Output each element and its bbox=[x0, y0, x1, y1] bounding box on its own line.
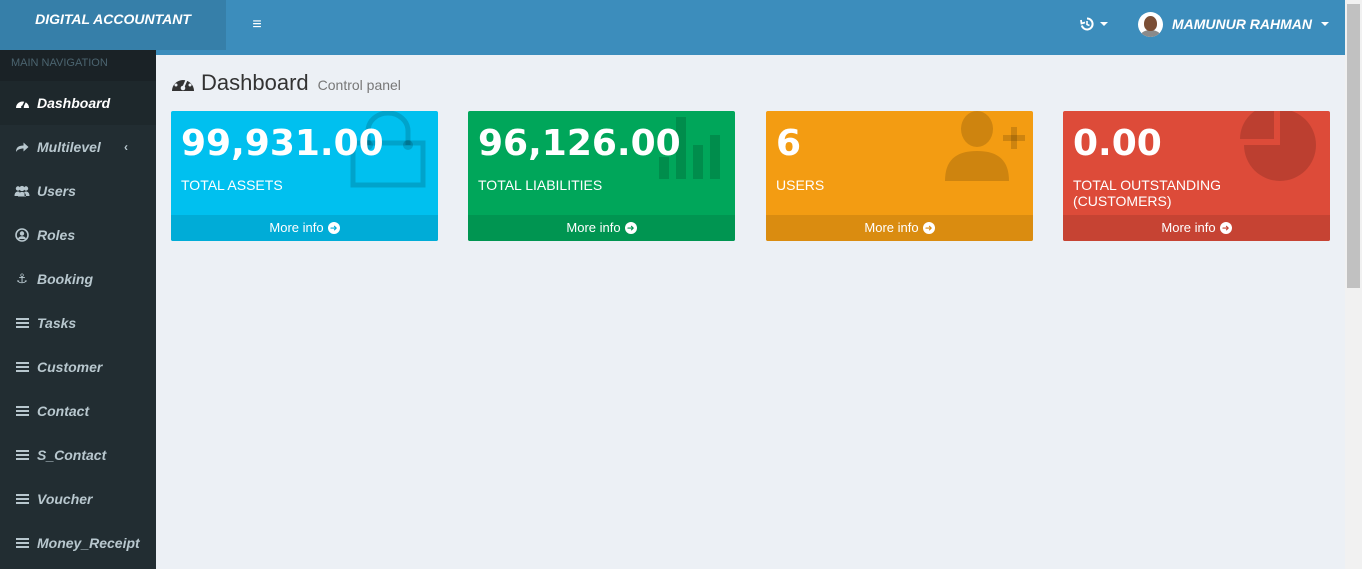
sidebar-item-label: Tasks bbox=[37, 315, 77, 331]
sidebar-header: MAIN NAVIGATION bbox=[0, 50, 156, 81]
sidebar-item-tasks[interactable]: Tasks bbox=[0, 301, 156, 345]
user-menu[interactable]: MAMUNUR RAHMAN bbox=[1138, 11, 1329, 37]
user-name: MAMUNUR RAHMAN bbox=[1172, 16, 1312, 32]
chevron-left-icon: ‹ bbox=[124, 140, 128, 154]
scrollbar-thumb[interactable] bbox=[1347, 4, 1360, 288]
content-header: Dashboard Control panel bbox=[171, 70, 401, 96]
list-icon bbox=[13, 450, 31, 460]
dashboard-icon bbox=[172, 75, 194, 91]
more-info-link[interactable]: More info ➜ bbox=[1063, 215, 1330, 241]
sidebar-item-label: Dashboard bbox=[37, 95, 111, 111]
sidebar-item-booking[interactable]: ⚓ Booking bbox=[0, 257, 156, 301]
sidebar-item-label: Customer bbox=[37, 359, 103, 375]
box-value: 99,931.00 bbox=[181, 123, 384, 164]
box-value: 0.00 bbox=[1073, 123, 1162, 164]
list-icon bbox=[13, 406, 31, 416]
page-title: Dashboard bbox=[201, 70, 309, 95]
sidebar-item-customer[interactable]: Customer bbox=[0, 345, 156, 389]
more-info-link[interactable]: More info ➜ bbox=[171, 215, 438, 241]
more-info-link[interactable]: More info ➜ bbox=[468, 215, 735, 241]
users-box: 6 USERS More info ➜ bbox=[766, 111, 1033, 241]
sidebar-item-label: Voucher bbox=[37, 491, 93, 507]
more-info-label: More info bbox=[1161, 220, 1216, 235]
more-info-label: More info bbox=[566, 220, 621, 235]
chevron-down-icon bbox=[1320, 22, 1329, 26]
app-logo[interactable]: DIGITAL ACCOUNTANT bbox=[0, 0, 226, 50]
list-icon bbox=[13, 494, 31, 504]
list-icon bbox=[13, 318, 31, 328]
chevron-down-icon bbox=[1100, 22, 1108, 26]
top-header: DIGITAL ACCOUNTANT ≡ MAMUNUR RAHMAN bbox=[0, 0, 1345, 55]
anchor-icon: ⚓ bbox=[16, 271, 28, 286]
total-outstanding-box: 0.00 TOTAL OUTSTANDING (CUSTOMERS) More … bbox=[1063, 111, 1330, 241]
hamburger-icon[interactable]: ≡ bbox=[246, 13, 268, 37]
box-label: TOTAL LIABILITIES bbox=[478, 177, 603, 193]
arrow-circle-right-icon: ➜ bbox=[327, 222, 340, 234]
sidebar-item-label: S_Contact bbox=[37, 447, 107, 463]
box-value: 6 bbox=[776, 123, 802, 164]
arrow-circle-right-icon: ➜ bbox=[624, 222, 637, 234]
more-info-label: More info bbox=[269, 220, 324, 235]
sidebar-item-money-receipt[interactable]: Money_Receipt bbox=[0, 521, 156, 565]
page-subtitle: Control panel bbox=[317, 77, 401, 93]
more-info-label: More info bbox=[864, 220, 919, 235]
sidebar-item-voucher[interactable]: Voucher bbox=[0, 477, 156, 521]
sidebar-item-roles[interactable]: Roles bbox=[0, 213, 156, 257]
sidebar-item-label: Multilevel bbox=[37, 139, 101, 155]
history-icon bbox=[1080, 17, 1094, 31]
history-dropdown[interactable] bbox=[1080, 14, 1108, 34]
sidebar-item-s-contact[interactable]: S_Contact bbox=[0, 433, 156, 477]
sidebar-item-label: Contact bbox=[37, 403, 90, 419]
share-icon bbox=[13, 141, 31, 153]
more-info-link[interactable]: More info ➜ bbox=[766, 215, 1033, 241]
arrow-circle-right-icon: ➜ bbox=[922, 222, 935, 234]
list-icon bbox=[13, 362, 31, 372]
sidebar-item-multilevel[interactable]: Multilevel ‹ bbox=[0, 125, 156, 169]
arrow-circle-right-icon: ➜ bbox=[1219, 222, 1232, 234]
sidebar-item-dashboard[interactable]: Dashboard bbox=[0, 81, 156, 125]
sidebar-item-label: Users bbox=[37, 183, 76, 199]
sidebar-item-label: Roles bbox=[37, 227, 76, 243]
list-icon bbox=[13, 538, 31, 548]
total-liabilities-box: 96,126.00 TOTAL LIABILITIES More info ➜ bbox=[468, 111, 735, 241]
page-scrollbar[interactable] bbox=[1345, 0, 1362, 569]
sidebar: MAIN NAVIGATION Dashboard Multilevel ‹ U… bbox=[0, 50, 156, 569]
avatar bbox=[1138, 11, 1163, 37]
sidebar-item-label: Booking bbox=[37, 271, 93, 287]
box-label: USERS bbox=[776, 177, 825, 193]
user-circle-icon bbox=[13, 228, 31, 242]
sidebar-item-label: Money_Receipt bbox=[37, 535, 140, 551]
users-icon bbox=[13, 185, 31, 197]
dashboard-icon bbox=[13, 97, 31, 109]
sidebar-item-contact[interactable]: Contact bbox=[0, 389, 156, 433]
box-value: 96,126.00 bbox=[478, 123, 681, 164]
box-label: TOTAL ASSETS bbox=[181, 177, 283, 193]
box-label: TOTAL OUTSTANDING (CUSTOMERS) bbox=[1073, 177, 1222, 209]
sidebar-item-users[interactable]: Users bbox=[0, 169, 156, 213]
total-assets-box: 99,931.00 TOTAL ASSETS More info ➜ bbox=[171, 111, 438, 241]
